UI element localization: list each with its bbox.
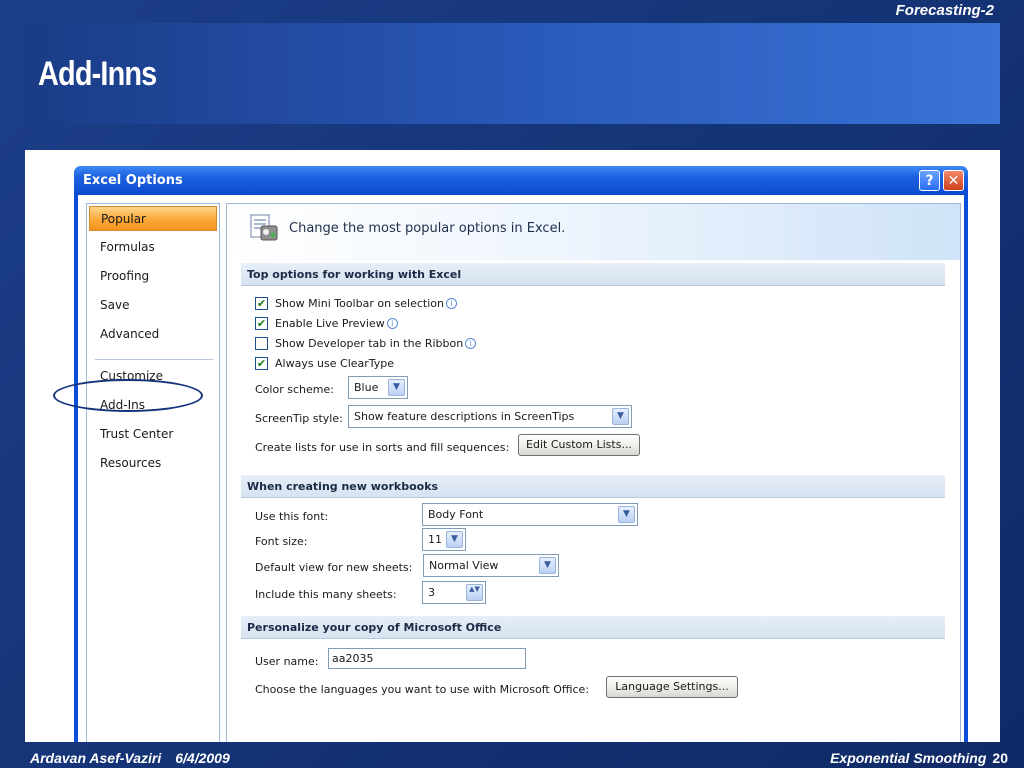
font-dropdown[interactable]: Body Font ▼: [422, 503, 638, 526]
default-view-label: Default view for new sheets:: [255, 561, 413, 574]
slide-top-label: Forecasting-2: [895, 2, 994, 19]
mini-toolbar-checkbox[interactable]: ✔: [255, 296, 268, 310]
footer-title: Exponential Smoothing: [830, 750, 987, 766]
font-label: Use this font:: [255, 510, 329, 523]
screentip-dropdown[interactable]: Show feature descriptions in ScreenTips …: [348, 405, 632, 428]
dialog-titlebar[interactable]: Excel Options ? ✕: [74, 166, 968, 195]
info-icon: i: [386, 317, 398, 329]
live-preview-option[interactable]: ✔ Enable Live Preview i: [255, 316, 398, 331]
default-view-dropdown[interactable]: Normal View ▼: [423, 554, 559, 577]
info-icon: i: [446, 297, 457, 309]
font-size-label: Font size:: [255, 535, 308, 548]
mini-toolbar-label: Show Mini Toolbar on selection: [275, 297, 444, 310]
close-button[interactable]: ✕: [943, 170, 964, 191]
nav-item-advanced[interactable]: Advanced: [89, 322, 217, 347]
sheet-count-label: Include this many sheets:: [255, 588, 397, 601]
sheet-count-value: 3: [428, 586, 435, 599]
username-label: User name:: [255, 655, 319, 668]
excel-options-dialog: Excel Options ? ✕ Popular Formulas Proof…: [74, 166, 968, 742]
popular-banner: Change the most popular options in Excel…: [227, 204, 960, 260]
slide-footer-left: Ardavan Asef-Vaziri 6/4/2009: [30, 750, 230, 766]
title-band: [25, 23, 1000, 124]
default-view-value: Normal View: [429, 559, 499, 572]
cleartype-checkbox[interactable]: ✔: [255, 356, 268, 370]
chevron-down-icon[interactable]: ▼: [612, 408, 629, 425]
sheet-count-stepper[interactable]: 3 ▲▼: [422, 581, 486, 604]
custom-lists-label: Create lists for use in sorts and fill s…: [255, 441, 510, 454]
help-button[interactable]: ?: [919, 170, 940, 191]
color-scheme-dropdown[interactable]: Blue ▼: [348, 376, 408, 399]
dialog-body: Popular Formulas Proofing Save Advanced …: [78, 195, 964, 742]
section-heading-new-workbooks: When creating new workbooks: [241, 475, 945, 498]
slide-footer-right: Exponential Smoothing 20: [830, 750, 1008, 766]
nav-item-popular[interactable]: Popular: [89, 206, 217, 231]
chevron-down-icon[interactable]: ▼: [539, 557, 556, 574]
live-preview-label: Enable Live Preview: [275, 317, 385, 330]
nav-item-resources[interactable]: Resources: [89, 451, 217, 476]
chevron-down-icon[interactable]: ▼: [446, 531, 463, 548]
font-size-dropdown[interactable]: 11 ▼: [422, 528, 466, 551]
screentip-value: Show feature descriptions in ScreenTips: [354, 410, 575, 423]
live-preview-checkbox[interactable]: ✔: [255, 316, 268, 330]
stepper-arrows-icon[interactable]: ▲▼: [466, 584, 483, 601]
slide-title: Add-Inns: [38, 55, 157, 93]
edit-custom-lists-button[interactable]: Edit Custom Lists...: [518, 434, 640, 456]
chevron-down-icon[interactable]: ▼: [618, 506, 635, 523]
mini-toolbar-option[interactable]: ✔ Show Mini Toolbar on selection i: [255, 296, 457, 311]
language-settings-button[interactable]: Language Settings...: [606, 676, 738, 698]
developer-tab-checkbox[interactable]: [255, 336, 268, 350]
footer-author: Ardavan Asef-Vaziri: [30, 750, 162, 766]
popular-options-icon: [250, 214, 278, 241]
add-ins-highlight-circle: [53, 379, 203, 412]
color-scheme-label: Color scheme:: [255, 383, 334, 396]
dialog-title: Excel Options: [83, 173, 183, 188]
screentip-label: ScreenTip style:: [255, 412, 343, 425]
page-number: 20: [992, 750, 1008, 766]
font-value: Body Font: [428, 508, 484, 521]
options-nav: Popular Formulas Proofing Save Advanced …: [86, 203, 220, 742]
section-heading-personalize: Personalize your copy of Microsoft Offic…: [241, 616, 945, 639]
nav-item-trust-center[interactable]: Trust Center: [89, 422, 217, 447]
cleartype-option[interactable]: ✔ Always use ClearType: [255, 356, 395, 371]
chevron-down-icon[interactable]: ▼: [388, 379, 405, 396]
info-icon: i: [465, 337, 477, 349]
section-heading-top-options: Top options for working with Excel: [241, 263, 945, 286]
color-scheme-value: Blue: [354, 381, 379, 394]
nav-separator: [95, 359, 213, 360]
banner-text: Change the most popular options in Excel…: [289, 221, 566, 236]
username-field[interactable]: aa2035: [328, 648, 526, 669]
font-size-value: 11: [428, 533, 442, 546]
options-main-pane: Change the most popular options in Excel…: [226, 203, 961, 742]
footer-date: 6/4/2009: [175, 750, 230, 766]
developer-tab-option[interactable]: Show Developer tab in the Ribbon i: [255, 336, 477, 351]
nav-item-save[interactable]: Save: [89, 293, 217, 318]
nav-item-proofing[interactable]: Proofing: [89, 264, 217, 289]
developer-tab-label: Show Developer tab in the Ribbon: [275, 337, 464, 350]
languages-label: Choose the languages you want to use wit…: [255, 683, 590, 696]
nav-item-formulas[interactable]: Formulas: [89, 235, 217, 260]
cleartype-label: Always use ClearType: [275, 357, 395, 370]
